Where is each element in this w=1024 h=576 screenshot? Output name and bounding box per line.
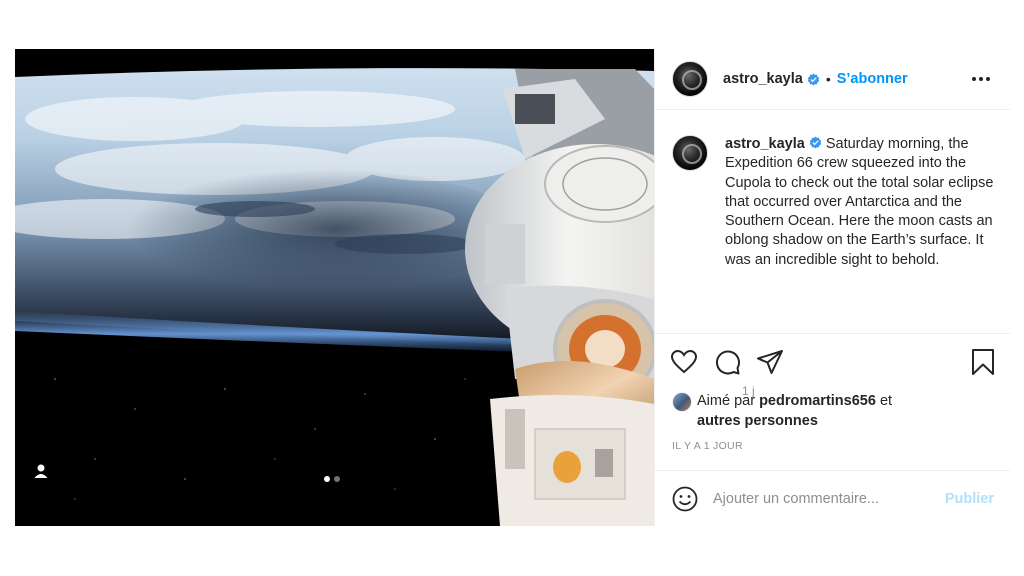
likes-conjunction: et [879, 393, 893, 409]
caption-body: Saturday morning, the Expedition 66 crew… [725, 136, 994, 268]
follow-button[interactable]: S’abonner [837, 71, 908, 87]
avatar[interactable] [672, 135, 708, 171]
comment-bar: Publier [655, 470, 1010, 526]
instagram-post: astro_kayla • S’abonner astro_kayla Satu… [15, 49, 1010, 526]
separator-dot: • [825, 71, 831, 87]
caption-text: astro_kayla Saturday morning, the Expedi… [725, 135, 1000, 270]
comment-input[interactable] [713, 484, 933, 514]
avatar[interactable] [672, 61, 708, 97]
verified-badge-icon [807, 72, 820, 86]
user-tag-icon[interactable] [32, 462, 50, 480]
others-link[interactable]: autres personnes [697, 413, 818, 429]
emoji-icon[interactable] [672, 486, 698, 512]
post-details-panel: astro_kayla • S’abonner astro_kayla Satu… [654, 49, 1010, 526]
share-icon[interactable] [756, 348, 784, 376]
liker-avatar[interactable] [672, 392, 692, 412]
post-timestamp[interactable]: IL Y A 1 JOUR [672, 440, 743, 452]
likes-prefix: Aimé par [697, 393, 756, 409]
earth-eclipse-photo [15, 49, 654, 526]
post-header: astro_kayla • S’abonner [655, 49, 1010, 110]
liker-username-link[interactable]: pedromartins656 [759, 393, 876, 409]
action-bar [655, 333, 1010, 389]
verified-badge-icon [809, 136, 822, 149]
publish-button[interactable]: Publier [945, 491, 994, 507]
username-link[interactable]: astro_kayla [725, 136, 805, 152]
heart-icon[interactable] [670, 348, 698, 376]
carousel-indicator [324, 476, 340, 482]
carousel-dot[interactable] [334, 476, 340, 482]
comment-icon[interactable] [713, 348, 741, 376]
carousel-dot-active[interactable] [324, 476, 330, 482]
username-link[interactable]: astro_kayla [723, 71, 803, 87]
bookmark-icon[interactable] [969, 348, 997, 376]
more-icon[interactable] [972, 71, 992, 87]
post-image[interactable] [15, 49, 654, 526]
likes-text: Aimé par pedromartins656 et autres perso… [697, 392, 997, 431]
